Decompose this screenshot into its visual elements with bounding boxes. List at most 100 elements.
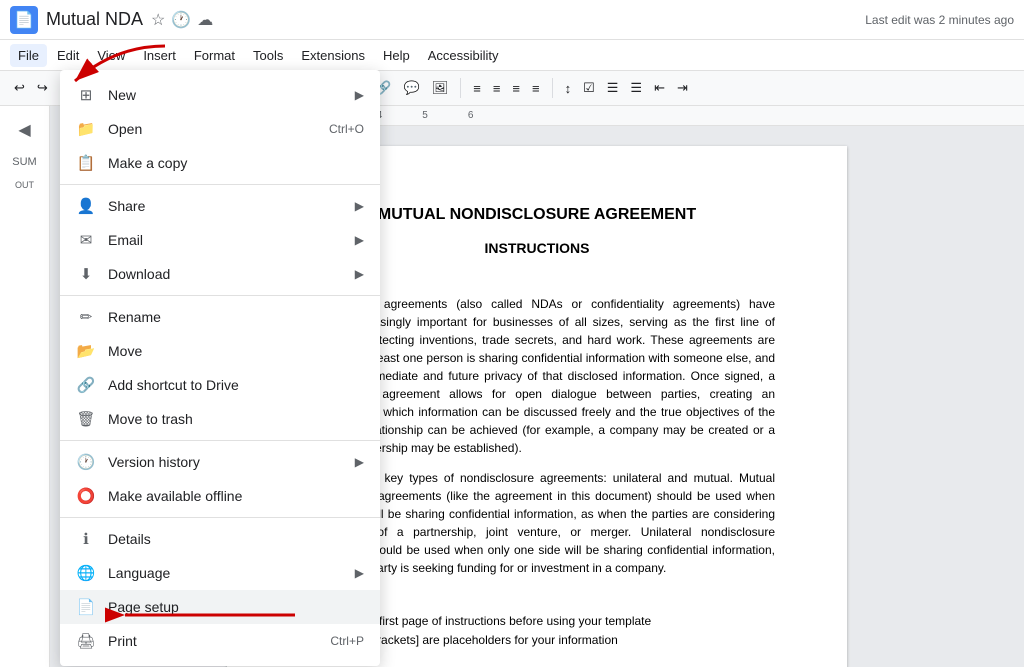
print-icon: 🖨 — [76, 632, 96, 650]
top-bar: 📄 Mutual NDA ☆ 🕐 ☁ Last edit was 2 minut… — [0, 0, 1024, 40]
file-menu-section-2: 👤 Share ▶ ✉ Email ▶ ⬇ Download ▶ — [60, 185, 380, 296]
menu-accessibility[interactable]: Accessibility — [420, 44, 507, 67]
file-menu-add-shortcut[interactable]: 🔗 Add shortcut to Drive — [60, 368, 380, 402]
print-shortcut: Ctrl+P — [330, 634, 364, 648]
file-menu-download[interactable]: ⬇ Download ▶ — [60, 257, 380, 291]
document-title[interactable]: Mutual NDA — [46, 9, 143, 30]
email-icon: ✉ — [76, 231, 96, 249]
file-menu-version-history[interactable]: 🕐 Version history ▶ — [60, 445, 380, 479]
open-label: Open — [108, 121, 329, 137]
redo-button[interactable]: ↪ — [33, 78, 52, 98]
star-icon[interactable]: ☆ — [151, 10, 165, 30]
sidebar-outline-icon[interactable]: SUM — [8, 152, 40, 172]
file-menu-trash[interactable]: 🗑 Move to trash — [60, 402, 380, 436]
open-icon: 📁 — [76, 120, 96, 138]
last-edit-text: Last edit was 2 minutes ago — [865, 13, 1014, 27]
language-icon: 🌐 — [76, 564, 96, 582]
share-label: Share — [108, 198, 347, 214]
align-justify-button[interactable]: ≡ — [528, 79, 544, 98]
file-menu-section-4: 🕐 Version history ▶ ⭕ Make available off… — [60, 441, 380, 518]
file-menu-section-5: ℹ Details 🌐 Language ▶ 📄 Page setup 🖨 Pr… — [60, 518, 380, 662]
numbered-list-button[interactable]: ☰ — [626, 78, 646, 98]
image-button[interactable]: 🖼 — [428, 78, 453, 98]
trash-icon: 🗑 — [76, 410, 96, 428]
new-icon: ⊞ — [76, 86, 96, 104]
sidebar: ◀ SUM OUT — [0, 106, 50, 667]
comment-button[interactable]: 💬 — [400, 78, 424, 98]
trash-label: Move to trash — [108, 411, 364, 427]
align-center-button[interactable]: ≡ — [489, 79, 505, 98]
file-menu-make-copy[interactable]: 📋 Make a copy — [60, 146, 380, 180]
indent-increase-button[interactable]: ⇥ — [673, 78, 692, 98]
rename-label: Rename — [108, 309, 364, 325]
bullet-list-button[interactable]: ☰ — [603, 78, 623, 98]
toolbar-sep-5 — [460, 78, 461, 98]
download-label: Download — [108, 266, 347, 282]
menu-format[interactable]: Format — [186, 44, 243, 67]
file-menu-rename[interactable]: ✏ Rename — [60, 300, 380, 334]
file-menu-details[interactable]: ℹ Details — [60, 522, 380, 556]
file-menu-open[interactable]: 📁 Open Ctrl+O — [60, 112, 380, 146]
version-history-label: Version history — [108, 454, 347, 470]
file-menu-section-3: ✏ Rename 📂 Move 🔗 Add shortcut to Drive … — [60, 296, 380, 441]
details-icon: ℹ — [76, 530, 96, 548]
file-menu-email[interactable]: ✉ Email ▶ — [60, 223, 380, 257]
menu-tools[interactable]: Tools — [245, 44, 291, 67]
language-arrow: ▶ — [355, 566, 364, 580]
checklist-button[interactable]: ☑ — [579, 78, 599, 98]
file-menu-print[interactable]: 🖨 Print Ctrl+P — [60, 624, 380, 658]
version-history-arrow: ▶ — [355, 455, 364, 469]
line-spacing-button[interactable]: ↕ — [561, 79, 576, 98]
email-arrow: ▶ — [355, 233, 364, 247]
menu-view[interactable]: View — [89, 44, 133, 67]
print-label: Print — [108, 633, 330, 649]
make-copy-label: Make a copy — [108, 155, 364, 171]
download-icon: ⬇ — [76, 265, 96, 283]
file-menu-offline[interactable]: ⭕ Make available offline — [60, 479, 380, 513]
shortcut-icon: 🔗 — [76, 376, 96, 394]
title-icons: ☆ 🕐 ☁ — [151, 10, 213, 30]
app-icon: 📄 — [10, 6, 38, 34]
sidebar-back-icon[interactable]: ◀ — [14, 116, 34, 144]
menu-file[interactable]: File — [10, 44, 47, 67]
sidebar-outline-label: OUT — [11, 176, 38, 194]
menu-edit[interactable]: Edit — [49, 44, 87, 67]
file-menu-share[interactable]: 👤 Share ▶ — [60, 189, 380, 223]
menu-extensions[interactable]: Extensions — [293, 44, 373, 67]
menu-bar: File Edit View Insert Format Tools Exten… — [0, 40, 1024, 70]
file-menu-new[interactable]: ⊞ New ▶ — [60, 78, 380, 112]
file-menu-language[interactable]: 🌐 Language ▶ — [60, 556, 380, 590]
file-menu-section-1: ⊞ New ▶ 📁 Open Ctrl+O 📋 Make a copy — [60, 74, 380, 185]
version-history-icon: 🕐 — [76, 453, 96, 471]
offline-label: Make available offline — [108, 488, 364, 504]
share-icon: 👤 — [76, 197, 96, 215]
shortcut-label: Add shortcut to Drive — [108, 377, 364, 393]
email-label: Email — [108, 232, 347, 248]
file-menu-move[interactable]: 📂 Move — [60, 334, 380, 368]
undo-button[interactable]: ↩ — [10, 78, 29, 98]
align-right-button[interactable]: ≡ — [508, 79, 524, 98]
new-arrow: ▶ — [355, 88, 364, 102]
indent-decrease-button[interactable]: ⇤ — [650, 78, 669, 98]
page-setup-label: Page setup — [108, 599, 364, 615]
history-icon[interactable]: 🕐 — [171, 10, 191, 30]
menu-insert[interactable]: Insert — [135, 44, 184, 67]
share-arrow: ▶ — [355, 199, 364, 213]
instruction-item-2: Fields [in brackets] are placeholders fo… — [319, 631, 775, 650]
file-dropdown-menu[interactable]: ⊞ New ▶ 📁 Open Ctrl+O 📋 Make a copy 👤 Sh… — [60, 70, 380, 666]
details-label: Details — [108, 531, 364, 547]
move-label: Move — [108, 343, 364, 359]
offline-icon: ⭕ — [76, 487, 96, 505]
menu-help[interactable]: Help — [375, 44, 418, 67]
language-label: Language — [108, 565, 347, 581]
instruction-item-1: Delete this first page of instructions b… — [319, 612, 775, 631]
page-setup-icon: 📄 — [76, 598, 96, 616]
download-arrow: ▶ — [355, 267, 364, 281]
toolbar-sep-6 — [552, 78, 553, 98]
file-menu-page-setup[interactable]: 📄 Page setup — [60, 590, 380, 624]
make-copy-icon: 📋 — [76, 154, 96, 172]
align-left-button[interactable]: ≡ — [469, 79, 485, 98]
new-label: New — [108, 87, 347, 103]
rename-icon: ✏ — [76, 308, 96, 326]
cloud-icon[interactable]: ☁ — [197, 10, 213, 30]
